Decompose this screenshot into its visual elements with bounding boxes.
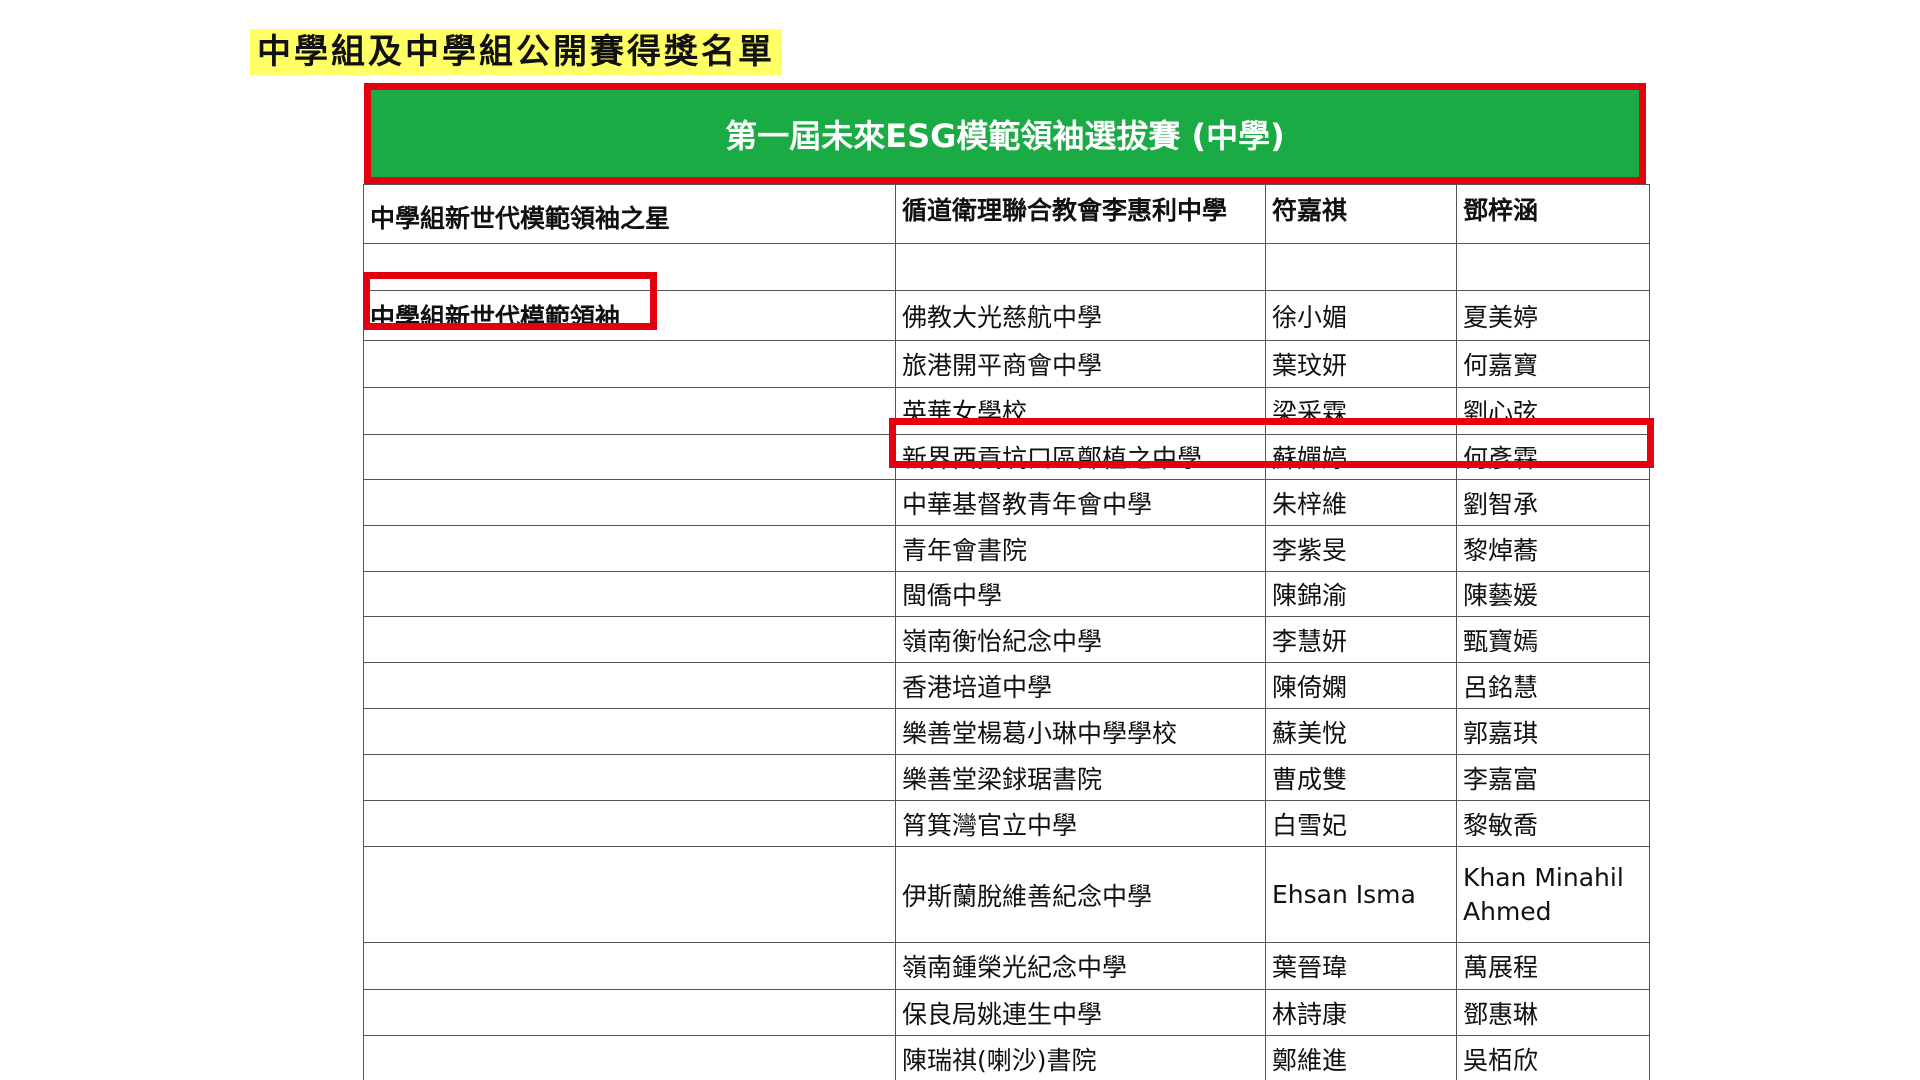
student-name-1: 陳倚嫻: [1265, 662, 1457, 709]
school-name: 樂善堂楊葛小琳中學學校: [895, 708, 1266, 755]
school-name: 香港培道中學: [895, 662, 1266, 709]
school-name: 佛教大光慈航中學: [895, 290, 1266, 341]
student-name-1: 陳錦渝: [1265, 571, 1457, 617]
empty-cell: [363, 525, 896, 572]
empty-cell: [363, 479, 896, 526]
student-name-2: 劉智承: [1456, 479, 1650, 526]
empty-cell: [1456, 243, 1650, 291]
school-name: 閩僑中學: [895, 571, 1266, 617]
student-name-1: Ehsan Isma: [1265, 846, 1457, 943]
document-heading: 中學組及中學組公開賽得獎名單: [250, 29, 782, 75]
table-row: 樂善堂楊葛小琳中學學校 蘇美悅 郭嘉琪: [363, 708, 1650, 755]
school-name: 中華基督教青年會中學: [895, 479, 1266, 526]
empty-cell: [363, 989, 896, 1036]
empty-cell: [363, 616, 896, 663]
table-row: 伊斯蘭脫維善紀念中學 Ehsan Isma Khan Minahil Ahmed: [363, 846, 1650, 943]
empty-cell: [363, 800, 896, 847]
table-row: 嶺南衡怡紀念中學 李慧妍 甄寶嫣: [363, 616, 1650, 663]
table-row: 中學組新世代模範領袖 佛教大光慈航中學 徐小媚 夏美婷: [363, 290, 1650, 341]
student-name-2: 萬展程: [1456, 942, 1650, 990]
student-name-2: 郭嘉琪: [1456, 708, 1650, 755]
student-name-1: 林詩康: [1265, 989, 1457, 1036]
awards-table: 中學組新世代模範領袖之星 循道衛理聯合教會李惠利中學 符嘉祺 鄧梓涵 中學組新世…: [363, 184, 1650, 1080]
student-name-2: 黎敏喬: [1456, 800, 1650, 847]
school-name: 伊斯蘭脫維善紀念中學: [895, 846, 1266, 943]
school-name: 嶺南衡怡紀念中學: [895, 616, 1266, 663]
student-name-2: 呂銘慧: [1456, 662, 1650, 709]
student-name-1: 朱梓維: [1265, 479, 1457, 526]
leader-category-label: 中學組新世代模範領袖: [363, 290, 896, 341]
student-name-1: 曹成雙: [1265, 754, 1457, 801]
student-name-2: 陳藝媛: [1456, 571, 1650, 617]
student-name-2: 夏美婷: [1456, 290, 1650, 341]
student-name-2: 劉心弦: [1456, 387, 1650, 435]
school-name: 嶺南鍾榮光紀念中學: [895, 942, 1266, 990]
table-row: 嶺南鍾榮光紀念中學 葉晉瑋 萬展程: [363, 942, 1650, 990]
star-category-label: 中學組新世代模範領袖之星: [363, 184, 896, 244]
star-student-1: 符嘉祺: [1265, 184, 1457, 244]
student-name-1: 李慧妍: [1265, 616, 1457, 663]
student-name-1: 蘇嬋婷: [1265, 434, 1457, 480]
awards-table-body: 中學組新世代模範領袖之星 循道衛理聯合教會李惠利中學 符嘉祺 鄧梓涵 中學組新世…: [363, 184, 1650, 1080]
empty-cell: [1265, 243, 1457, 291]
school-name: 樂善堂梁銶琚書院: [895, 754, 1266, 801]
student-name-2: 黎焯蕎: [1456, 525, 1650, 572]
student-name-2: 何彥霖: [1456, 434, 1650, 480]
table-row: 新界西貢坑口區鄭植之中學 蘇嬋婷 何彥霖: [363, 434, 1650, 480]
school-name: 陳瑞祺(喇沙)書院: [895, 1035, 1266, 1080]
empty-cell: [363, 754, 896, 801]
school-name: 英華女學校: [895, 387, 1266, 435]
star-student-2: 鄧梓涵: [1456, 184, 1650, 244]
table-row: 保良局姚連生中學 林詩康 鄧惠琳: [363, 989, 1650, 1036]
student-name-2: 吳栢欣: [1456, 1035, 1650, 1080]
school-name: 旅港開平商會中學: [895, 340, 1266, 388]
table-row: 閩僑中學 陳錦渝 陳藝媛: [363, 571, 1650, 617]
student-name-1: 李紫旻: [1265, 525, 1457, 572]
empty-cell: [363, 243, 896, 291]
school-name: 新界西貢坑口區鄭植之中學: [895, 434, 1266, 480]
student-name-1: 葉晉瑋: [1265, 942, 1457, 990]
empty-cell: [363, 387, 896, 435]
school-name: 青年會書院: [895, 525, 1266, 572]
student-name-2: 甄寶嫣: [1456, 616, 1650, 663]
document-page: 中學組及中學組公開賽得獎名單 第一屆未來ESG模範領袖選拔賽 (中學) 中學組新…: [0, 0, 1920, 1080]
school-name: 筲箕灣官立中學: [895, 800, 1266, 847]
table-row: 英華女學校 梁采霖 劉心弦: [363, 387, 1650, 435]
table-row: 樂善堂梁銶琚書院 曹成雙 李嘉富: [363, 754, 1650, 801]
student-name-1: 葉玟妍: [1265, 340, 1457, 388]
empty-cell: [363, 571, 896, 617]
student-name-1: 徐小媚: [1265, 290, 1457, 341]
competition-banner: 第一屆未來ESG模範領袖選拔賽 (中學): [364, 83, 1646, 184]
student-name-1: 鄭維進: [1265, 1035, 1457, 1080]
empty-cell: [363, 708, 896, 755]
star-school: 循道衛理聯合教會李惠利中學: [895, 184, 1266, 244]
table-row: 陳瑞祺(喇沙)書院 鄭維進 吳栢欣: [363, 1035, 1650, 1080]
table-row: 青年會書院 李紫旻 黎焯蕎: [363, 525, 1650, 572]
empty-cell: [363, 846, 896, 943]
empty-cell: [363, 434, 896, 480]
student-name-2: 何嘉寶: [1456, 340, 1650, 388]
empty-cell: [363, 662, 896, 709]
student-name-2: Khan Minahil Ahmed: [1456, 846, 1650, 943]
student-name-1: 蘇美悅: [1265, 708, 1457, 755]
empty-cell: [363, 1035, 896, 1080]
empty-cell: [363, 340, 896, 388]
spacer-row: [363, 243, 1650, 291]
student-name-1: 梁采霖: [1265, 387, 1457, 435]
student-name-1: 白雪妃: [1265, 800, 1457, 847]
table-row: 中華基督教青年會中學 朱梓維 劉智承: [363, 479, 1650, 526]
star-award-row: 中學組新世代模範領袖之星 循道衛理聯合教會李惠利中學 符嘉祺 鄧梓涵: [363, 184, 1650, 244]
table-row: 香港培道中學 陳倚嫻 呂銘慧: [363, 662, 1650, 709]
student-name-2: 鄧惠琳: [1456, 989, 1650, 1036]
table-row: 旅港開平商會中學 葉玟妍 何嘉寶: [363, 340, 1650, 388]
empty-cell: [895, 243, 1266, 291]
student-name-2: 李嘉富: [1456, 754, 1650, 801]
empty-cell: [363, 942, 896, 990]
competition-title: 第一屆未來ESG模範領袖選拔賽 (中學): [725, 116, 1285, 155]
school-name: 保良局姚連生中學: [895, 989, 1266, 1036]
table-row: 筲箕灣官立中學 白雪妃 黎敏喬: [363, 800, 1650, 847]
